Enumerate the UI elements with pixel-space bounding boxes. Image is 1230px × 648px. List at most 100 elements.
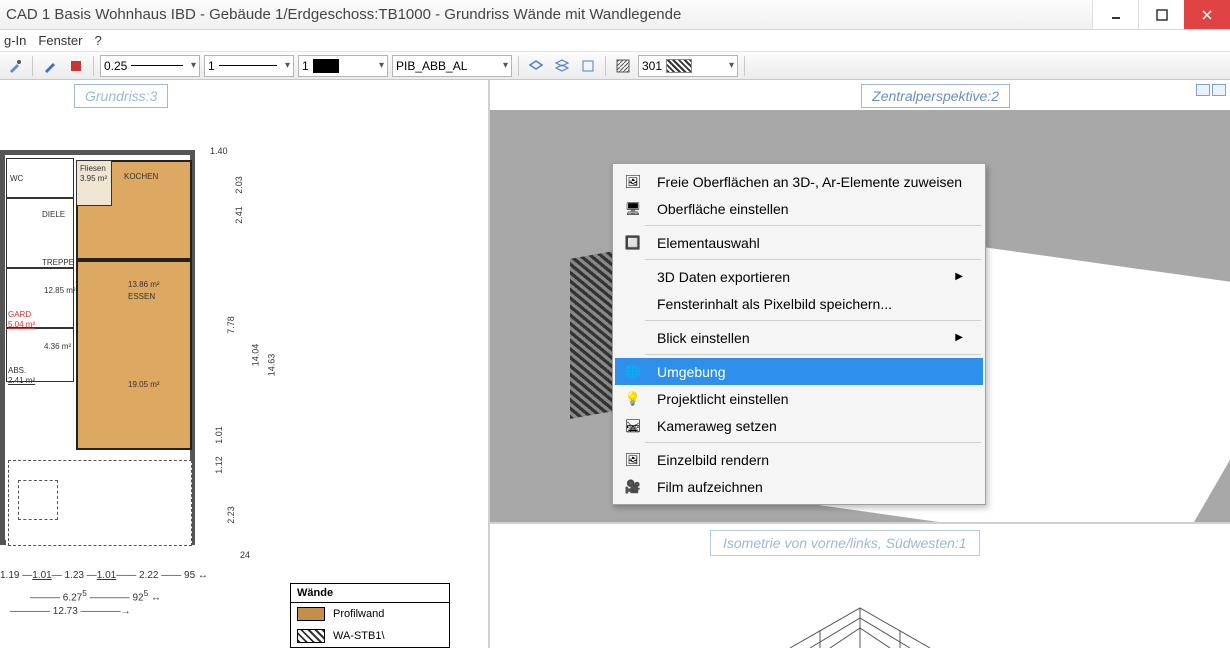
dim: 1.12: [214, 456, 224, 474]
tab-grundriss[interactable]: Grundriss:3: [74, 84, 168, 108]
chevron-down-icon: ▾: [499, 60, 508, 71]
tab-isometrie[interactable]: Isometrie von vorne/links, Südwesten:1: [710, 530, 980, 556]
ctx-elementauswahl[interactable]: 🔲 Elementauswahl: [615, 229, 983, 256]
chevron-down-icon: ▾: [375, 60, 384, 71]
legend-label: WA-STB1\: [333, 630, 385, 642]
view-maximize-button[interactable]: [1212, 84, 1226, 96]
wall-legend: Wände Profilwand WA-STB1\: [290, 583, 450, 648]
ctx-projektlicht[interactable]: 💡 Projektlicht einstellen: [615, 385, 983, 412]
environment-icon: 🌐: [623, 362, 643, 382]
light-icon: 💡: [623, 389, 643, 409]
ctx-label: Umgebung: [657, 364, 726, 380]
label-essen-area2: 19.05 m²: [128, 380, 160, 389]
label-gard: GARD: [8, 310, 31, 319]
tool-layers2-icon[interactable]: [551, 55, 573, 77]
window-maximize-button[interactable]: [1138, 0, 1184, 29]
ctx-label: Oberfläche einstellen: [657, 201, 789, 217]
label-kochen: KOCHEN: [124, 172, 158, 181]
tool-hatch-icon[interactable]: [612, 55, 634, 77]
chevron-down-icon: ▾: [281, 60, 290, 71]
context-menu: 🖼 Freie Oberflächen an 3D-, Ar-Elemente …: [612, 163, 986, 505]
ctx-pixelbild-speichern[interactable]: Fensterinhalt als Pixelbild speichern...: [615, 290, 983, 317]
dim: 1.23: [65, 570, 84, 581]
element-select-icon: 🔲: [623, 233, 643, 253]
toolbar: 0.25 ▾ 1 ▾ 1 ▾ PIB_ABB_AL ▾ 301 ▾: [0, 52, 1230, 80]
menu-plugin[interactable]: g-In: [4, 33, 26, 48]
menu-fenster[interactable]: Fenster: [38, 33, 82, 48]
label-area436: 4.36 m²: [44, 342, 71, 351]
menubar: g-In Fenster ?: [0, 30, 1230, 52]
lineweight-value: 0.25: [104, 59, 127, 73]
dim: 2.03: [234, 176, 244, 194]
label-abs: ABS.: [8, 366, 26, 375]
hatchnum-combo[interactable]: 301 ▾: [638, 55, 738, 77]
dim: 14.04: [250, 344, 260, 367]
label-area1285: 12.85 m²: [44, 286, 76, 295]
ctx-freie-oberflaechen[interactable]: 🖼 Freie Oberflächen an 3D-, Ar-Elemente …: [615, 168, 983, 195]
dim-sup: 5: [82, 588, 87, 598]
legend-swatch-wastb: [297, 629, 325, 643]
legend-swatch-profilwand: [297, 607, 325, 621]
dim: 1.01: [97, 570, 116, 581]
ctx-oberflaeche-einstellen[interactable]: 🖥 Oberfläche einstellen: [615, 195, 983, 222]
ctx-kameraweg[interactable]: 🛤 Kameraweg setzen: [615, 412, 983, 439]
dim: 1.01: [32, 570, 51, 581]
dim: 1.01: [214, 426, 224, 444]
label-essen: ESSEN: [128, 292, 155, 301]
dim-sup: 5: [144, 588, 149, 598]
camera-path-icon: 🛤: [623, 416, 643, 436]
tool-color-icon[interactable]: [65, 55, 87, 77]
window-close-button[interactable]: [1184, 0, 1230, 29]
chevron-down-icon: ▾: [187, 60, 196, 71]
ctx-einzelbild-rendern[interactable]: 🖼 Einzelbild rendern: [615, 446, 983, 473]
dim: 95: [184, 570, 195, 581]
label-treppe: TREPPE: [42, 258, 74, 267]
layer-combo[interactable]: PIB_ABB_AL ▾: [392, 55, 512, 77]
linecolor-value: 1: [302, 59, 309, 73]
tool-pen-icon[interactable]: [39, 55, 61, 77]
label-gard-area: 5.04 m²: [8, 320, 35, 329]
linetype-combo[interactable]: 1 ▾: [204, 55, 294, 77]
ctx-blick-einstellen[interactable]: Blick einstellen ▶: [615, 324, 983, 351]
ctx-label: Freie Oberflächen an 3D-, Ar-Elemente zu…: [657, 174, 962, 190]
ctx-label: Projektlicht einstellen: [657, 391, 789, 407]
ctx-label: Film aufzeichnen: [657, 479, 763, 495]
dim: 7.78: [226, 316, 236, 334]
dim: 2.23: [226, 506, 236, 524]
linetype-value: 1: [208, 59, 215, 73]
submenu-arrow-icon: ▶: [955, 271, 963, 282]
label-diele: DIELE: [42, 210, 65, 219]
tool-layers1-icon[interactable]: [525, 55, 547, 77]
render-icon: 🖼: [623, 450, 643, 470]
dim: 1.40: [210, 146, 228, 156]
ctx-3d-export[interactable]: 3D Daten exportieren ▶: [615, 263, 983, 290]
label-essen-area1: 13.86 m²: [128, 280, 160, 289]
ctx-label: Elementauswahl: [657, 235, 760, 251]
legend-title: Wände: [291, 584, 449, 603]
dim: 6.27: [63, 592, 82, 603]
pane-floorplan[interactable]: Grundriss:3 WC DIELE Fliesen 3.95 m² KOC…: [0, 80, 490, 648]
separator: [645, 320, 981, 321]
dim: 14.63: [266, 354, 276, 377]
dim: 12.73: [53, 606, 78, 617]
pane-isometrie[interactable]: Isometrie von vorne/links, Südwesten:1: [490, 522, 1230, 648]
surface-settings-icon: 🖥: [623, 199, 643, 219]
ctx-film-aufzeichnen[interactable]: 🎥 Film aufzeichnen: [615, 473, 983, 500]
ctx-umgebung[interactable]: 🌐 Umgebung: [615, 358, 983, 385]
window-minimize-button[interactable]: [1092, 0, 1138, 29]
menu-help[interactable]: ?: [94, 33, 101, 48]
dim: 1.19: [0, 570, 19, 581]
submenu-arrow-icon: ▶: [955, 332, 963, 343]
view-restore-button[interactable]: [1196, 84, 1210, 96]
label-fliesen: Fliesen: [80, 164, 106, 173]
dim: 24: [240, 550, 250, 560]
separator: [645, 259, 981, 260]
tool-dropper-icon[interactable]: [4, 55, 26, 77]
dim: 92: [132, 592, 143, 603]
separator: [645, 354, 981, 355]
tool-layers3-icon[interactable]: [577, 55, 599, 77]
separator: [645, 442, 981, 443]
lineweight-combo[interactable]: 0.25 ▾: [100, 55, 200, 77]
linecolor-combo[interactable]: 1 ▾: [298, 55, 388, 77]
tab-zentralperspektive[interactable]: Zentralperspektive:2: [861, 84, 1010, 108]
